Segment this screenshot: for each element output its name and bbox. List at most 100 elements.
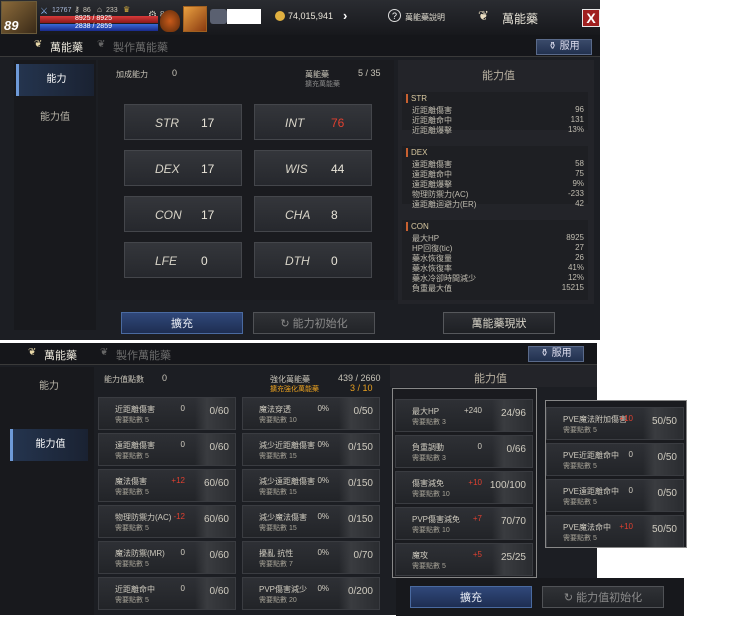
mp-text: 2838 / 2859 — [75, 23, 112, 30]
ability-card[interactable]: 擾亂 抗性 需要點數 7 0% 0/70 — [242, 541, 380, 574]
sidebar: 能力 能力值 — [14, 60, 96, 330]
card-cost-value: 10 — [441, 527, 450, 534]
use-button[interactable]: ⚱ 服用 — [536, 39, 592, 55]
stat-row-label: 藥水恢復量 — [412, 254, 452, 263]
use-button[interactable]: ⚱ 服用 — [528, 346, 584, 362]
stat-box-str[interactable]: STR 17 — [124, 104, 242, 140]
stat-row-label: 近距離傷害 — [412, 106, 452, 115]
ability-card[interactable]: 魔法傷害 需要點數 5 +12 60/60 — [98, 469, 236, 502]
ability-card[interactable]: 近距離傷害 需要點數 5 0 0/60 — [98, 397, 236, 430]
stat-box-dth[interactable]: DTH 0 — [254, 242, 372, 278]
potion-icon[interactable] — [160, 10, 180, 32]
card-cost-value: 5 — [592, 463, 597, 470]
help-label[interactable]: 萬能藥說明 — [405, 12, 445, 23]
card-bonus: +10 — [619, 414, 633, 423]
stat-box-lfe[interactable]: LFE 0 — [124, 242, 242, 278]
reset-ability-value-button[interactable]: ↻ 能力值初始化 — [542, 586, 664, 608]
ability-card[interactable]: PVE近距離命中 需要點數 5 0 0/50 — [546, 443, 684, 476]
stat-box-cha[interactable]: CHA 8 — [254, 196, 372, 232]
ability-card[interactable]: 最大HP 需要點數 3 +240 24/96 — [395, 399, 533, 432]
tab-elixir[interactable]: 萬能藥 — [44, 347, 77, 363]
elixir-status-button[interactable]: 萬能藥現狀 — [443, 312, 555, 334]
card-cost-label: 需要點數 — [563, 535, 593, 542]
stat-value: 17 — [201, 116, 215, 130]
card-progress: 0/50 — [657, 488, 677, 499]
str-section-title: STR — [406, 94, 427, 103]
card-name: PVE遠距離命中 — [563, 487, 620, 496]
card-cost-value: 15 — [288, 489, 297, 496]
ability-card[interactable]: 傷害減免 需要點數 10 +10 100/100 — [395, 471, 533, 504]
stat-box-int[interactable]: INT 76 — [254, 104, 372, 140]
stat-row-label: 藥水恢復率 — [412, 264, 452, 273]
card-progress: 0/60 — [209, 550, 229, 561]
ability-card[interactable]: 魔法穿透 需要點數 10 0% 0/50 — [242, 397, 380, 430]
card-cost-label: 需要點數 — [563, 427, 593, 434]
ability-card[interactable]: PVE魔法命中 需要點數 5 +10 50/50 — [546, 515, 684, 547]
ability-card[interactable]: PVP傷害減免 需要點數 10 +7 70/70 — [395, 507, 533, 540]
use-button-label: 服用 — [559, 41, 580, 52]
card-bonus: +7 — [472, 514, 482, 523]
tab-craft-elixir[interactable]: 製作萬能藥 — [116, 347, 171, 363]
stat-row-label: 藥水冷卻時間減少 — [412, 274, 476, 283]
ability-card[interactable]: 減少近距離傷害 需要點數 15 0% 0/150 — [242, 433, 380, 466]
tab-craft-elixir[interactable]: 製作萬能藥 — [113, 39, 168, 55]
ability-card[interactable]: 減少魔法傷害 需要點數 15 0% 0/150 — [242, 505, 380, 538]
key-icon: ⚷ — [74, 5, 80, 14]
help-icon[interactable]: ? — [388, 9, 401, 22]
card-progress: 24/96 — [500, 408, 526, 419]
sidebar-item-ability-value[interactable]: 能力值 — [16, 102, 94, 134]
card-progress: 0/150 — [347, 514, 373, 525]
card-name: PVP傷害減少 — [259, 585, 308, 594]
stat-value: 0 — [331, 254, 338, 268]
card-cost: 需要點數 7 — [259, 559, 293, 569]
stat-box-con[interactable]: CON 17 — [124, 196, 242, 232]
ability-card[interactable]: PVE魔法附加傷害 需要點數 5 +10 50/50 — [546, 407, 684, 440]
sidebar-item-ability[interactable]: 能力 — [10, 371, 88, 403]
card-progress: 0/50 — [353, 406, 373, 417]
card-cost-label: 需要點數 — [412, 527, 442, 534]
stat-box-dex[interactable]: DEX 17 — [124, 150, 242, 186]
stat-row-label: 遠距離爆擊 — [412, 180, 452, 189]
card-bonus: 0% — [317, 584, 329, 593]
card-cost-value: 5 — [144, 525, 149, 532]
expand-button[interactable]: 擴充 — [410, 586, 532, 608]
ability-card[interactable]: 負重調動 需要點數 3 0 0/66 — [395, 435, 533, 468]
sidebar-item-ability-value[interactable]: 能力值 — [10, 429, 88, 461]
card-cost-value: 3 — [441, 455, 446, 462]
expand-button[interactable]: 擴充 — [121, 312, 243, 334]
reset-ability-button[interactable]: ↻ 能力初始化 — [253, 312, 375, 334]
expand-enhance-label: 擴充強化萬能藥 — [270, 386, 319, 393]
stat-box-wis[interactable]: WIS 44 — [254, 150, 372, 186]
buff-icon[interactable] — [183, 6, 207, 32]
ability-card[interactable]: 物理防禦力(AC) 需要點數 5 -12 60/60 — [98, 505, 236, 538]
card-name: 減少近距離傷害 — [259, 441, 315, 450]
card-name: 最大HP — [412, 407, 440, 416]
card-name: 魔法防禦(MR) — [115, 549, 165, 558]
card-cost: 需要點數 10 — [412, 489, 450, 499]
tab-elixir[interactable]: 萬能藥 — [50, 39, 83, 55]
ability-card[interactable]: 減少遠距離傷害 需要點數 15 0% 0/150 — [242, 469, 380, 502]
mount-icon[interactable] — [210, 9, 227, 24]
points-value: 0 — [172, 68, 178, 78]
hp-text: 8925 / 8925 — [75, 15, 112, 22]
card-cost: 需要點數 15 — [259, 487, 297, 497]
card-name: PVE魔法命中 — [563, 523, 612, 532]
extra-stats-window-b: PVE魔法附加傷害 需要點數 5 +10 50/50 PVE近距離命中 需要點數 5 0 0/… — [545, 400, 687, 548]
card-cost: 需要點數 5 — [563, 533, 597, 543]
ability-card[interactable]: 魔法防禦(MR) 需要點數 5 0 0/60 — [98, 541, 236, 574]
chevron-right-icon[interactable]: › — [343, 8, 347, 23]
ability-card[interactable]: 魔攻 需要點數 5 +5 25/25 — [395, 543, 533, 576]
close-button[interactable]: X — [582, 9, 600, 27]
ability-card[interactable]: 近距離命中 需要點數 5 0 0/60 — [98, 577, 236, 610]
ability-card[interactable]: PVE遠距離命中 需要點數 5 0 0/50 — [546, 479, 684, 512]
stat-row-value: 41% — [567, 263, 584, 272]
sidebar-item-ability[interactable]: 能力 — [16, 64, 94, 96]
ability-card[interactable]: PVP傷害減少 需要點數 20 0% 0/200 — [242, 577, 380, 610]
card-cost-label: 需要點數 — [259, 525, 289, 532]
card-cost-value: 5 — [592, 427, 597, 434]
card-progress: 0/50 — [657, 452, 677, 463]
tab-bar: ❦ 萬能藥 ❦ 製作萬能藥 ⚱ 服用 — [0, 35, 600, 57]
card-name: 減少魔法傷害 — [259, 513, 307, 522]
card-cost-label: 需要點數 — [259, 417, 289, 424]
ability-card[interactable]: 遠距離傷害 需要點數 5 0 0/60 — [98, 433, 236, 466]
